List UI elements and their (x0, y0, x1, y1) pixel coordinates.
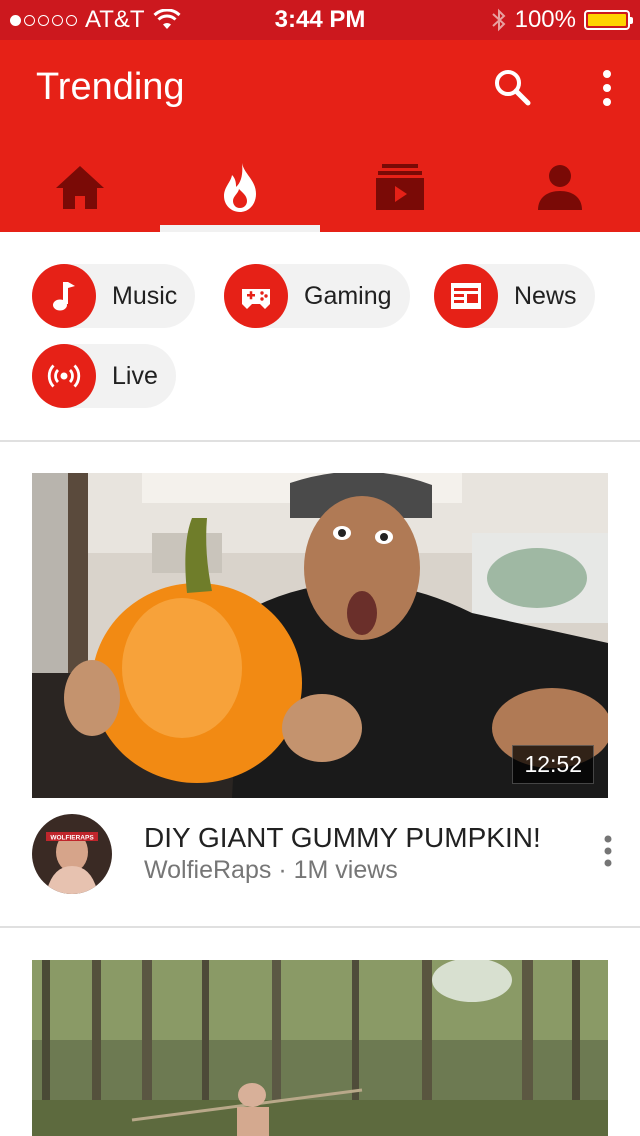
music-note-icon (53, 282, 75, 311)
channel-name[interactable]: WolfieRaps (144, 856, 271, 884)
status-right: 100% (491, 6, 633, 34)
search-icon (495, 70, 531, 106)
chip-music-icon-wrap (32, 264, 96, 328)
video-meta: WolfieRaps · 1M views (144, 856, 398, 885)
page-title: Trending (36, 66, 185, 108)
more-vert-icon (604, 835, 612, 867)
search-button[interactable] (490, 66, 534, 110)
tab-account[interactable] (480, 144, 640, 232)
channel-avatar[interactable]: WOLFIERAPS (32, 814, 112, 894)
home-icon (56, 166, 104, 209)
app-bar: Trending (0, 40, 640, 232)
status-bar: AT&T 3:44 PM 100% (0, 0, 640, 40)
chip-live[interactable]: Live (32, 344, 176, 408)
chip-live-icon-wrap (32, 344, 96, 408)
video-title[interactable]: DIY GIANT GUMMY PUMPKIN! (144, 822, 541, 854)
avatar-image: WOLFIERAPS (32, 814, 112, 894)
video-duration: 12:52 (512, 745, 594, 784)
chip-gaming-icon-wrap (224, 264, 288, 328)
chip-label: News (514, 281, 577, 310)
battery-percent: 100% (514, 6, 576, 33)
chip-news[interactable]: News (434, 264, 595, 328)
tab-bar (0, 144, 640, 232)
more-vert-icon (603, 70, 611, 106)
chip-news-icon-wrap (434, 264, 498, 328)
avatar-logo-text: WOLFIERAPS (50, 835, 94, 842)
tab-trending[interactable] (160, 144, 320, 232)
chip-label: Live (112, 361, 158, 390)
flame-icon (224, 163, 256, 212)
live-broadcast-icon (47, 364, 81, 388)
view-count: 1M views (293, 856, 398, 884)
divider (0, 440, 640, 442)
bluetooth-icon (491, 8, 506, 32)
battery-icon (584, 10, 633, 30)
video-thumbnail[interactable]: 12:52 (32, 473, 608, 798)
tab-home[interactable] (0, 144, 160, 232)
more-options-button[interactable] (590, 66, 624, 110)
divider (0, 926, 640, 928)
thumbnail-image (32, 960, 608, 1136)
subscriptions-icon (376, 164, 424, 210)
newspaper-icon (451, 283, 481, 309)
chip-music[interactable]: Music (32, 264, 196, 328)
meta-separator: · (278, 856, 287, 884)
chip-gaming[interactable]: Gaming (224, 264, 410, 328)
gamepad-icon (242, 289, 270, 309)
video-more-button[interactable] (594, 834, 622, 868)
account-icon (538, 165, 582, 210)
chip-label: Gaming (304, 281, 392, 310)
video-thumbnail[interactable] (32, 960, 608, 1136)
tab-subscriptions[interactable] (320, 144, 480, 232)
chip-label: Music (112, 281, 178, 310)
